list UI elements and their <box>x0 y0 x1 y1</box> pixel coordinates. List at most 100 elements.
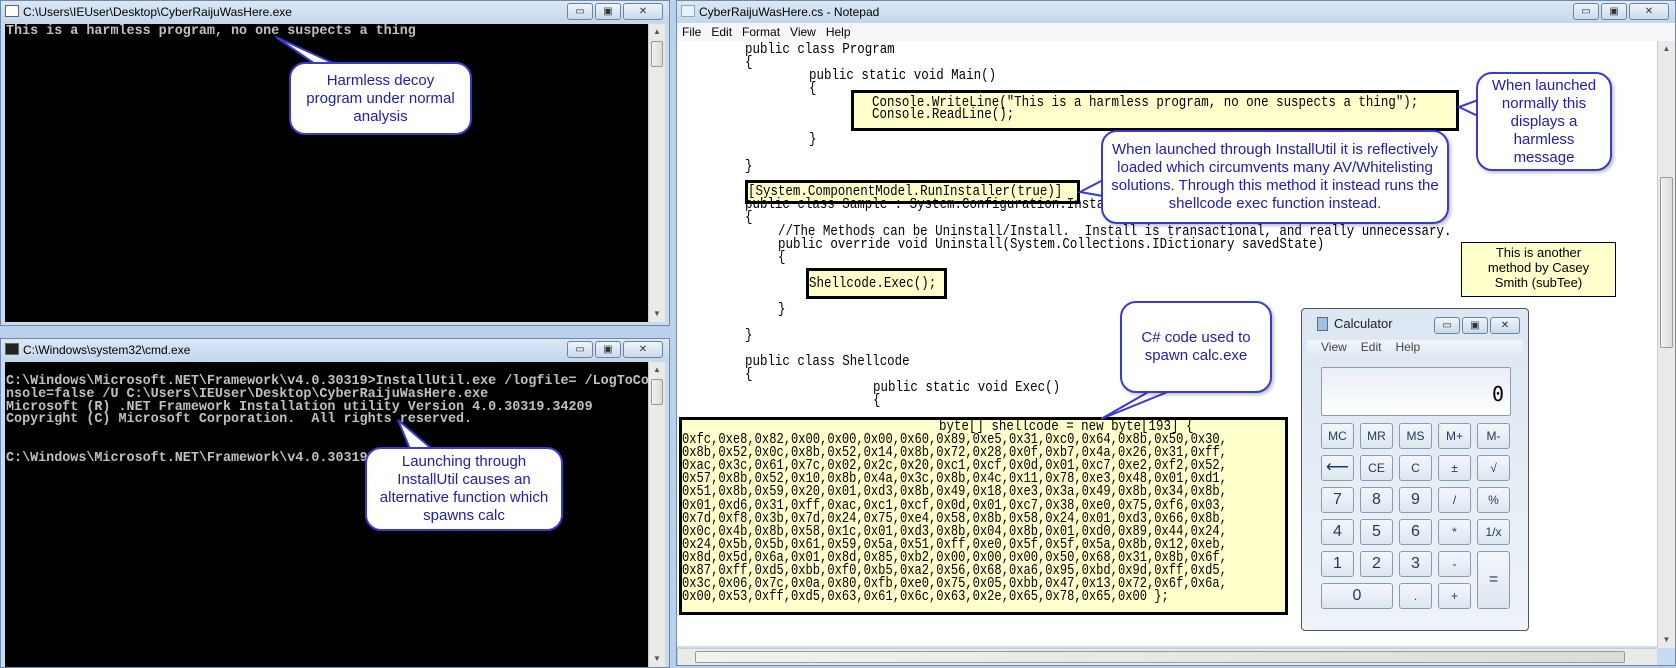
maximize-button[interactable]: ▣ <box>595 3 621 20</box>
calc-button-10[interactable]: 7 <box>1321 487 1354 513</box>
calc-button-6[interactable]: CE <box>1360 455 1393 481</box>
close-button[interactable]: ✕ <box>1629 3 1669 20</box>
console-app-icon <box>5 5 19 17</box>
calc-button-18[interactable]: * <box>1438 519 1471 545</box>
menu-file[interactable]: File <box>682 25 701 41</box>
code-line: public class Shellcode <box>745 354 910 370</box>
calc-button-27[interactable]: + <box>1438 583 1471 609</box>
h-scroll-thumb[interactable] <box>695 651 1625 663</box>
calc-menu-help[interactable]: Help <box>1395 340 1420 359</box>
code-line: { <box>873 393 881 409</box>
calc-button-15[interactable]: 4 <box>1321 519 1354 545</box>
scroll-thumb[interactable] <box>651 41 663 67</box>
calc-button-0[interactable]: MC <box>1321 423 1354 449</box>
calc-button-25[interactable]: 0 <box>1321 583 1393 609</box>
calc-button-26[interactable]: . <box>1399 583 1432 609</box>
calc-button-16[interactable]: 5 <box>1360 519 1393 545</box>
console-line: Copyright (C) Microsoft Corporation. All… <box>6 412 473 428</box>
code-line: Console.ReadLine(); <box>872 107 1015 123</box>
callout-decoy: Harmless decoy program under normal anal… <box>289 62 472 135</box>
maximize-button[interactable]: ▣ <box>1601 3 1627 20</box>
scroll-up-arrow[interactable]: ▲ <box>1658 41 1675 57</box>
menu-format[interactable]: Format <box>742 25 780 41</box>
maximize-button[interactable]: ▣ <box>595 341 621 358</box>
calc-button-7[interactable]: C <box>1399 455 1432 481</box>
scroll-thumb[interactable] <box>651 379 663 405</box>
calc-button-11[interactable]: 8 <box>1360 487 1393 513</box>
scroll-down-arrow[interactable]: ▼ <box>1658 632 1675 648</box>
minimize-button[interactable]: ▭ <box>567 3 593 20</box>
calc-button-20[interactable]: 1 <box>1321 551 1354 577</box>
calc-button-4[interactable]: M- <box>1477 423 1510 449</box>
calc-button-1[interactable]: MR <box>1360 423 1393 449</box>
decoy-scrollbar[interactable]: ▲ ▼ <box>648 24 665 322</box>
close-button[interactable]: ✕ <box>623 3 663 20</box>
close-button[interactable]: ✕ <box>623 341 663 358</box>
calc-button-23[interactable]: - <box>1438 551 1471 577</box>
calc-button-14[interactable]: % <box>1477 487 1510 513</box>
calculator-window: Calculator ▭ ▣ ✕ View Edit Help 0 MC MR MS M+ M-… <box>1301 308 1529 631</box>
console-line: This is a harmless program, no one suspe… <box>6 24 416 39</box>
code-line: public override void Uninstall(System.Co… <box>778 237 1325 253</box>
notepad-title-bar[interactable]: CyberRaijuWasHere.cs - Notepad ▭ ▣ ✕ <box>677 1 1675 23</box>
decoy-console-window: C:\Users\IEUser\Desktop\CyberRaijuWasHer… <box>0 0 670 326</box>
minimize-button[interactable]: ▭ <box>1573 3 1599 20</box>
code-line: } <box>778 302 786 318</box>
calc-button-3[interactable]: M+ <box>1438 423 1471 449</box>
scroll-up-arrow[interactable]: ▲ <box>649 362 665 378</box>
calc-button-22[interactable]: 3 <box>1399 551 1432 577</box>
notepad-title: CyberRaijuWasHere.cs - Notepad <box>699 5 880 19</box>
close-button[interactable]: ✕ <box>1490 317 1520 334</box>
cmd-scrollbar[interactable]: ▲ ▼ <box>648 362 665 667</box>
calculator-title: Calculator <box>1334 316 1393 331</box>
calc-button-8[interactable]: ± <box>1438 455 1471 481</box>
calc-menu-edit[interactable]: Edit <box>1361 340 1382 359</box>
note-casey-smith: This is another method by Casey Smith (s… <box>1461 242 1616 297</box>
minimize-button[interactable]: ▭ <box>567 341 593 358</box>
menu-edit[interactable]: Edit <box>711 25 732 41</box>
calc-button-19[interactable]: 1/x <box>1477 519 1510 545</box>
calc-button-9[interactable]: √ <box>1477 455 1510 481</box>
display-value: 0 <box>1491 382 1504 406</box>
calc-button-13[interactable]: / <box>1438 487 1471 513</box>
calc-button-24[interactable]: = <box>1477 551 1510 609</box>
code-line: } <box>809 132 817 148</box>
maximize-button[interactable]: ▣ <box>1462 317 1488 334</box>
scroll-down-arrow[interactable]: ▼ <box>649 306 665 322</box>
code-line: { <box>745 210 753 226</box>
menu-view[interactable]: View <box>790 25 816 41</box>
notepad-vertical-scrollbar[interactable]: ▲ ▼ <box>1657 41 1675 648</box>
cmd-window: C:\Windows\system32\cmd.exe ▭ ▣ ✕ C:\Windo… <box>0 338 670 668</box>
code-line: { <box>809 81 817 97</box>
calc-button-12[interactable]: 9 <box>1399 487 1432 513</box>
decoy-title-bar[interactable]: C:\Users\IEUser\Desktop\CyberRaijuWasHer… <box>1 1 669 23</box>
code-line: public class Program <box>745 42 895 58</box>
scroll-thumb[interactable] <box>1660 177 1673 348</box>
menu-help[interactable]: Help <box>826 25 851 41</box>
minimize-button[interactable]: ▭ <box>1434 317 1460 334</box>
notepad-horizontal-scrollbar[interactable] <box>677 648 1657 665</box>
calc-button-17[interactable]: 6 <box>1399 519 1432 545</box>
scroll-up-arrow[interactable]: ▲ <box>649 24 665 40</box>
notepad-icon <box>681 5 695 17</box>
code-line: { <box>745 55 753 71</box>
scroll-down-arrow[interactable]: ▼ <box>649 651 665 667</box>
code-line: public static void Main() <box>809 68 997 84</box>
cmd-title-bar[interactable]: C:\Windows\system32\cmd.exe ▭ ▣ ✕ <box>1 339 669 361</box>
code-line: { <box>778 250 786 266</box>
calculator-display: 0 <box>1321 367 1511 416</box>
cmd-icon <box>5 343 19 355</box>
calculator-icon <box>1317 317 1328 331</box>
shellcode-hex-line: 0x00,0x53,0xff,0xd5,0x63,0x61,0x6c,0x63,… <box>682 589 1169 606</box>
calc-button-21[interactable]: 2 <box>1360 551 1393 577</box>
callout-csharp: C# code used to spawn calc.exe <box>1120 301 1272 393</box>
calc-menu-view[interactable]: View <box>1321 340 1347 359</box>
code-line: Shellcode.Exec(); <box>809 276 937 292</box>
callout-installutil: When launched through InstallUtil it is … <box>1101 130 1449 224</box>
calc-button-5[interactable]: ⟵ <box>1321 455 1354 481</box>
callout-normal: When launched normally this displays a h… <box>1476 72 1612 171</box>
callout-launching: Launching through InstallUtil causes an … <box>365 447 563 531</box>
code-line: public static void Exec() <box>873 380 1061 396</box>
calc-button-2[interactable]: MS <box>1399 423 1432 449</box>
